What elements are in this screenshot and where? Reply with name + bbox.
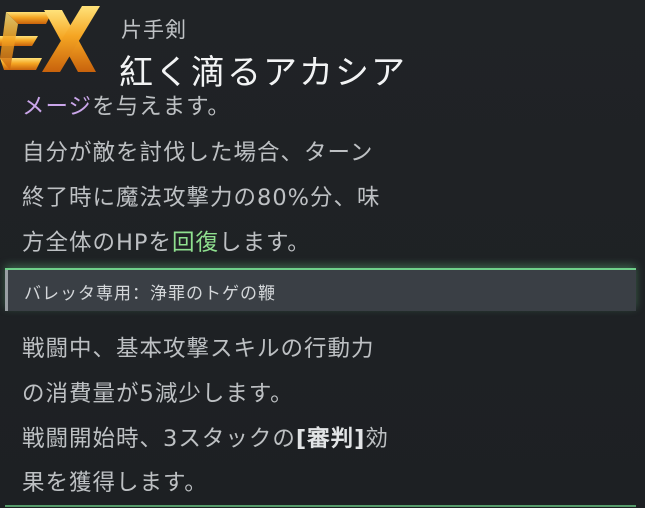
exclusive-accent-bar [5, 270, 8, 311]
description-line-4-post: します。 [219, 230, 311, 256]
damage-highlight: メージ [22, 94, 93, 120]
description-line-3: 終了時に魔法攻撃力の80%分、味 [22, 185, 381, 211]
description-line-4-pre: 方全体のHPを [22, 230, 172, 256]
effect-line-4: 果を獲得します。 [22, 470, 208, 496]
exclusive-effect-header: バレッタ専用：浄罪のトゲの鞭 [5, 268, 636, 311]
bottom-divider [5, 505, 636, 507]
ex-rank-icon [0, 6, 100, 72]
effect-line-3-post: 効 [365, 426, 389, 452]
effect-line-3-pre: 戦闘開始時、3スタックの [22, 426, 296, 452]
description-line-1: メージを与えます。 [22, 89, 231, 121]
weapon-name-title: 紅く滴るアカシア [119, 53, 407, 93]
description-line-2: 自分が敵を討伐した場合、ターン [22, 140, 374, 166]
heal-highlight: 回復 [172, 230, 220, 256]
description-line-1-text: を与えます。 [92, 94, 231, 120]
effect-line-3: 戦闘開始時、3スタックの[審判]効 [22, 421, 389, 453]
judgement-keyword: [審判] [295, 426, 366, 452]
description-line-4: 方全体のHPを回復します。 [22, 225, 311, 257]
effect-line-2: の消費量が5減少します。 [22, 381, 294, 407]
effect-line-1: 戦闘中、基本攻撃スキルの行動力 [22, 336, 375, 362]
exclusive-effect-label: バレッタ専用：浄罪のトゲの鞭 [24, 284, 276, 304]
weapon-detail-panel: 片手剣 紅く滴るアカシア メージを与えます。 自分が敵を討伐した場合、ターン 終… [0, 0, 645, 508]
weapon-type-label: 片手剣 [121, 18, 187, 42]
